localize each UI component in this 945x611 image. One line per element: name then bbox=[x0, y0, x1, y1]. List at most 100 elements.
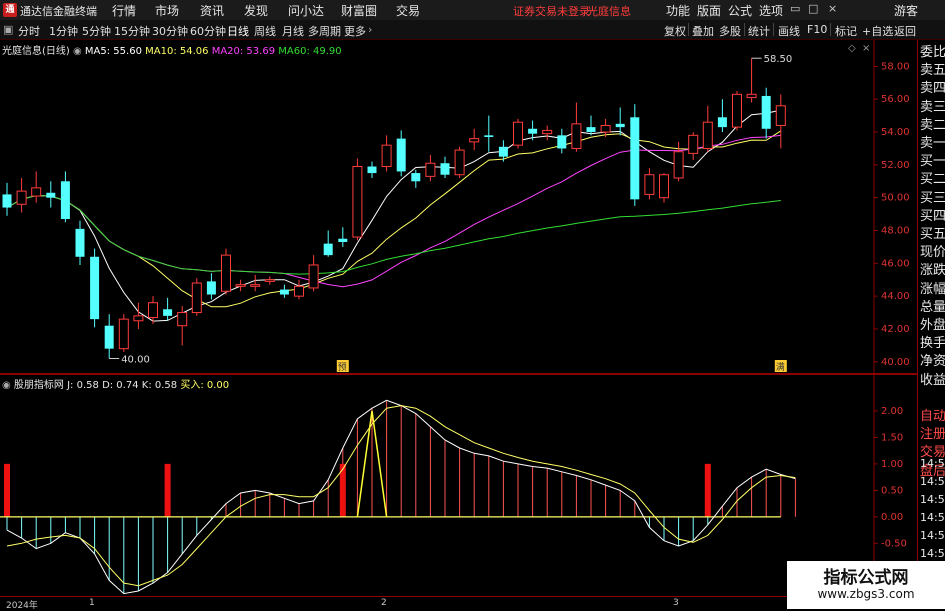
tool-f10-button[interactable]: F10 bbox=[807, 23, 827, 36]
candlestick-chart[interactable]: 58.00 56.00 54.00 52.00 50.00 48.00 46.00 44.00… bbox=[0, 40, 917, 374]
period-tab-15min[interactable]: 15分钟 bbox=[114, 23, 150, 39]
toolbar-menu-icon[interactable]: ▣ bbox=[3, 23, 13, 36]
indicator-name[interactable]: 股朋指标网 bbox=[14, 380, 64, 391]
candle-body-up bbox=[732, 93, 742, 128]
login-status[interactable]: 证券交易未登录 bbox=[513, 3, 590, 19]
sidebar-item[interactable]: 委比 bbox=[920, 44, 945, 62]
period-tab-more[interactable]: 更多 bbox=[344, 23, 366, 39]
menu-item-news[interactable]: 资讯 bbox=[200, 2, 224, 19]
quote-sidebar: 委比 卖五 卖四 卖三 卖二 卖一 买一 买二 买三 买四 买五 现价 涨跌 涨幅 总量 外盘 换手 净资 收益自动… bbox=[917, 40, 945, 596]
close-panel-icon[interactable]: × bbox=[862, 43, 870, 54]
candle-body-down bbox=[411, 173, 421, 182]
indicator-panel[interactable]: 2.001.501.000.500.00-0.50-1.00 ◉ 股朋指标网 J… bbox=[0, 374, 917, 597]
sidebar-item[interactable]: 买五 bbox=[920, 226, 945, 244]
menu-item-wealth[interactable]: 财富圈 bbox=[341, 2, 377, 19]
sidebar-item[interactable]: 14:56 bbox=[920, 473, 945, 491]
sidebar-item[interactable]: 自动 bbox=[920, 408, 945, 426]
chart-stock-title[interactable]: 光庭信息(日线) bbox=[2, 46, 70, 57]
sidebar-item[interactable]: 现价 bbox=[920, 244, 945, 262]
sidebar-item[interactable]: 卖三 bbox=[920, 99, 945, 117]
candle-body-up bbox=[644, 174, 655, 195]
sidebar-item[interactable]: 收益 bbox=[920, 372, 945, 390]
sidebar-item[interactable]: 换手 bbox=[920, 335, 945, 353]
tool-stats-button[interactable]: 统计 bbox=[748, 23, 770, 39]
toolbar-divider bbox=[773, 23, 774, 36]
period-tab-5min[interactable]: 5分钟 bbox=[82, 23, 111, 39]
tool-multi-stock-button[interactable]: 多股 bbox=[719, 23, 741, 39]
tool-overlay-button[interactable]: 叠加 bbox=[692, 23, 714, 39]
menu-item-layout[interactable]: 版面 bbox=[697, 2, 721, 19]
sidebar-item[interactable]: 外盘 bbox=[920, 317, 945, 335]
chevron-right-icon[interactable]: › bbox=[368, 23, 372, 36]
toolbar-divider bbox=[688, 23, 689, 36]
pin-icon[interactable]: ◇ bbox=[848, 43, 856, 54]
sidebar-item[interactable]: 14:56 bbox=[920, 509, 945, 527]
guest-user[interactable]: 游客 bbox=[894, 2, 918, 19]
sidebar-item[interactable]: 净资 bbox=[920, 353, 945, 371]
candle-body-up bbox=[294, 285, 304, 297]
candle-body-down bbox=[206, 281, 216, 295]
date-label-feb: 2 bbox=[381, 598, 387, 608]
candle-body-down bbox=[484, 135, 494, 137]
sidebar-item[interactable]: 卖一 bbox=[920, 135, 945, 153]
menu-item-trade[interactable]: 交易 bbox=[396, 2, 420, 19]
sidebar-item[interactable]: 总量 bbox=[920, 299, 945, 317]
candle-body-up bbox=[702, 121, 713, 149]
sidebar-item[interactable]: 14:56 bbox=[920, 455, 945, 473]
indicator-chart[interactable]: 2.001.501.000.500.00-0.50-1.00 bbox=[0, 375, 917, 597]
menu-item-market[interactable]: 市场 bbox=[155, 2, 179, 19]
sidebar-item[interactable]: 涨幅 bbox=[920, 281, 945, 299]
sidebar-item[interactable]: 买二 bbox=[920, 171, 945, 189]
close-icon[interactable]: × bbox=[828, 2, 837, 15]
back-button[interactable]: 返回 bbox=[894, 23, 916, 39]
period-tab-1min[interactable]: 1分钟 bbox=[49, 23, 78, 39]
sidebar-item[interactable]: 买三 bbox=[920, 190, 945, 208]
menu-item-options[interactable]: 选项 bbox=[759, 2, 783, 19]
tool-mark-button[interactable]: 标记 bbox=[835, 23, 857, 39]
candle-body-down bbox=[630, 117, 640, 200]
sidebar-item[interactable]: 14:56 bbox=[920, 491, 945, 509]
sidebar-item[interactable]: 卖五 bbox=[920, 62, 945, 80]
candle-body-up bbox=[118, 318, 129, 350]
sidebar-item[interactable]: 买一 bbox=[920, 153, 945, 171]
sidebar-item[interactable]: 卖四 bbox=[920, 80, 945, 98]
price-chart-panel[interactable]: 58.00 56.00 54.00 52.00 50.00 48.00 46.00 44.00… bbox=[0, 40, 917, 374]
menu-item-function[interactable]: 功能 bbox=[666, 2, 690, 19]
sidebar-item[interactable]: 14:56 bbox=[920, 527, 945, 545]
candle-body-up bbox=[542, 129, 553, 135]
ind-tick-label: 1.50 bbox=[881, 432, 903, 443]
candle-body-down bbox=[60, 181, 70, 220]
menu-item-discover[interactable]: 发现 bbox=[244, 2, 268, 19]
buy-signal-bar bbox=[704, 463, 711, 517]
period-tab-weekly[interactable]: 周线 bbox=[254, 23, 276, 39]
toolbar-divider bbox=[744, 23, 745, 36]
sidebar-item[interactable]: 涨跌 bbox=[920, 262, 945, 280]
tool-draw-button[interactable]: 画线 bbox=[778, 23, 800, 39]
price-tick-label: 50.00 bbox=[881, 193, 910, 204]
sidebar-item[interactable]: 卖二 bbox=[920, 117, 945, 135]
period-tab-monthly[interactable]: 月线 bbox=[282, 23, 304, 39]
menu-item-ask[interactable]: 问小达 bbox=[288, 2, 324, 19]
candle-body-down bbox=[163, 309, 173, 316]
ind-tick-label: 0.50 bbox=[881, 485, 903, 496]
menu-item-formula[interactable]: 公式 bbox=[728, 2, 752, 19]
period-tab-daily[interactable]: 日线 bbox=[227, 23, 249, 39]
period-tab-30min[interactable]: 30分钟 bbox=[152, 23, 188, 39]
minimize-icon[interactable]: ▭ bbox=[790, 2, 800, 15]
sidebar-item[interactable]: 买四 bbox=[920, 208, 945, 226]
menu-item-quotes[interactable]: 行情 bbox=[112, 2, 136, 19]
candle-body-down bbox=[323, 243, 333, 256]
sidebar-item[interactable]: 注册 bbox=[920, 426, 945, 444]
date-axis: 2024年 1 2 3 bbox=[0, 596, 917, 611]
restore-icon[interactable]: □ bbox=[808, 2, 818, 15]
ma60-value: MA60: 49.90 bbox=[278, 46, 342, 57]
tool-adjust-button[interactable]: 复权 bbox=[664, 23, 686, 39]
period-tab-multi[interactable]: 多周期 bbox=[308, 23, 341, 39]
watermark-title: 指标公式网 bbox=[823, 568, 909, 588]
period-tab-60min[interactable]: 60分钟 bbox=[190, 23, 226, 39]
period-tab-intraday[interactable]: 分时 bbox=[18, 23, 40, 39]
add-watchlist-button[interactable]: +自选 bbox=[862, 23, 893, 39]
dropdown-icon[interactable]: ◉ bbox=[73, 46, 82, 57]
indicator-dropdown-icon[interactable]: ◉ bbox=[2, 380, 11, 391]
candle-body-down bbox=[338, 238, 348, 242]
